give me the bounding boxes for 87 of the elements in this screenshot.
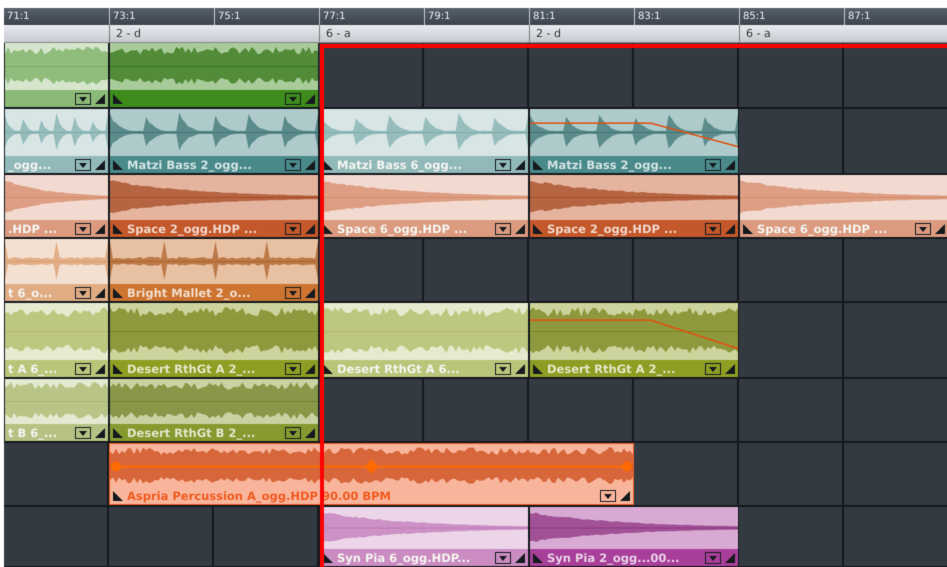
clip-label: Bright Mallet 2_o... (127, 286, 252, 300)
resize-handle-icon[interactable] (305, 160, 315, 170)
start-triangle-icon[interactable] (113, 160, 123, 170)
dropdown-icon[interactable] (285, 158, 301, 170)
dropdown-icon[interactable] (285, 286, 301, 298)
clip-label: Matzi Bass 2_ogg... (127, 158, 253, 172)
resize-handle-icon[interactable] (305, 94, 315, 104)
resize-handle-icon[interactable] (95, 288, 105, 298)
clip-label: Space 6_ogg.HDP ... (757, 222, 888, 236)
dropdown-icon[interactable] (915, 222, 931, 234)
dropdown-icon[interactable] (75, 222, 91, 234)
dropdown-icon[interactable] (705, 362, 721, 374)
resize-handle-icon[interactable] (515, 552, 525, 562)
dropdown-icon[interactable] (495, 158, 511, 170)
resize-handle-icon[interactable] (725, 364, 735, 374)
ruler-label: 71:1 (6, 10, 30, 24)
dropdown-icon[interactable] (285, 426, 301, 438)
clip-label: Desert RthGt B 2_... (127, 426, 256, 440)
resize-handle-icon[interactable] (935, 224, 945, 234)
dropdown-icon[interactable] (75, 158, 91, 170)
resize-handle-icon[interactable] (305, 288, 315, 298)
resize-handle-icon[interactable] (725, 224, 735, 234)
timeline-ruler[interactable]: 71:1 73:1 75:1 77:1 79:1 81:1 83:1 85:1 87:1 (4, 8, 947, 25)
audio-clip[interactable]: Aspria Percussion A_ogg.HDP 90.00 BPM (109, 443, 634, 505)
dropdown-icon[interactable] (75, 426, 91, 438)
resize-handle-icon[interactable] (725, 552, 735, 562)
start-triangle-icon[interactable] (533, 552, 543, 562)
clip-label: Syn Pia 6_ogg.HDP... (337, 550, 472, 564)
clip-label: t 6_o... (8, 286, 54, 300)
start-triangle-icon[interactable] (113, 428, 123, 438)
resize-handle-icon[interactable] (305, 224, 315, 234)
marker-label[interactable]: 6 - a (319, 25, 529, 42)
start-triangle-icon[interactable] (323, 552, 333, 562)
start-triangle-icon[interactable] (113, 490, 123, 500)
dropdown-icon[interactable] (495, 362, 511, 374)
loop-range-frame[interactable] (320, 44, 947, 567)
start-triangle-icon[interactable] (113, 224, 123, 234)
start-triangle-icon[interactable] (113, 288, 123, 298)
clip-label: Space 2_ogg.HDP ... (127, 222, 258, 236)
resize-handle-icon[interactable] (515, 160, 525, 170)
dropdown-icon[interactable] (285, 362, 301, 374)
marker-label[interactable]: 6 - a (739, 25, 947, 42)
dropdown-icon[interactable] (75, 286, 91, 298)
clip-label: Matzi Bass 6_ogg... (337, 158, 463, 172)
clip-label: t A 6_... (8, 362, 58, 376)
clip-label: Aspria Percussion A_ogg.HDP 90.00 BPM (127, 488, 392, 502)
start-triangle-icon[interactable] (323, 364, 333, 374)
audio-clip[interactable] (4, 43, 109, 107)
clip-label: Desert RthGt A 2_... (127, 362, 256, 376)
start-triangle-icon[interactable] (323, 160, 333, 170)
dropdown-icon[interactable] (600, 490, 616, 502)
clip-label: Desert RthGt A 6... (337, 362, 461, 376)
marker-label[interactable]: 2 - d (529, 25, 739, 42)
clip-label: Desert RthGt A 2_... (547, 362, 676, 376)
resize-handle-icon[interactable] (725, 160, 735, 170)
clip-label: Matzi Bass 2_ogg... (547, 158, 673, 172)
start-triangle-icon[interactable] (113, 364, 123, 374)
clip-label: .HDP ... (8, 222, 58, 236)
start-triangle-icon[interactable] (533, 160, 543, 170)
resize-handle-icon[interactable] (95, 94, 105, 104)
clip-label: t B 6_... (8, 426, 58, 440)
dropdown-icon[interactable] (75, 362, 91, 374)
start-triangle-icon[interactable] (323, 224, 333, 234)
clip-label: _ogg... (8, 158, 52, 172)
resize-handle-icon[interactable] (515, 364, 525, 374)
resize-handle-icon[interactable] (620, 490, 630, 500)
dropdown-icon[interactable] (495, 552, 511, 564)
clip-label: Space 6_ogg.HDP ... (337, 222, 468, 236)
clip-label: Syn Pia 2_ogg...00... (547, 550, 680, 564)
resize-handle-icon[interactable] (95, 224, 105, 234)
clip-label: Space 2_ogg.HDP ... (547, 222, 678, 236)
resize-handle-icon[interactable] (305, 428, 315, 438)
marker-label[interactable]: 2 - d (109, 25, 319, 42)
dropdown-icon[interactable] (495, 222, 511, 234)
start-triangle-icon[interactable] (113, 94, 123, 104)
resize-handle-icon[interactable] (95, 364, 105, 374)
start-triangle-icon[interactable] (533, 364, 543, 374)
resize-handle-icon[interactable] (515, 224, 525, 234)
start-triangle-icon[interactable] (533, 224, 543, 234)
resize-handle-icon[interactable] (305, 364, 315, 374)
dropdown-icon[interactable] (705, 158, 721, 170)
resize-handle-icon[interactable] (95, 428, 105, 438)
resize-handle-icon[interactable] (95, 160, 105, 170)
audio-clip[interactable] (109, 43, 319, 107)
dropdown-icon[interactable] (285, 92, 301, 104)
start-triangle-icon[interactable] (743, 224, 753, 234)
dropdown-icon[interactable] (75, 92, 91, 104)
